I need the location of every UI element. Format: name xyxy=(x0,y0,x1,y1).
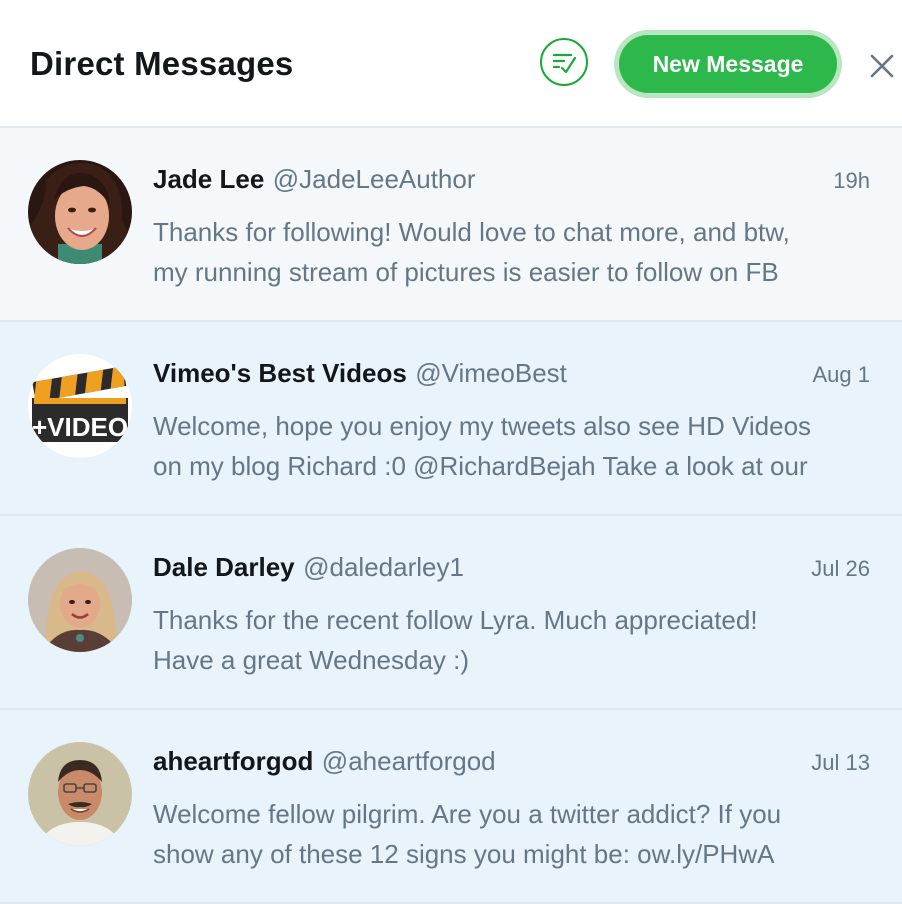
preview-line: show any of these 12 signs you might be:… xyxy=(153,839,775,869)
conversation-header: Vimeo's Best Videos @VimeoBest Aug 1 xyxy=(153,358,870,392)
preview-line: Welcome, hope you enjoy my tweets also s… xyxy=(153,411,812,441)
sender-handle: @daledarley1 xyxy=(303,552,464,582)
sender-name: Vimeo's Best Videos xyxy=(153,358,407,388)
new-message-button[interactable]: New Message xyxy=(619,35,837,93)
message-preview: Thanks for following! Would love to chat… xyxy=(153,212,873,292)
preview-line: Have a great Wednesday :) xyxy=(153,645,470,675)
preview-line: my running stream of pictures is easier … xyxy=(153,257,779,287)
avatar xyxy=(28,742,132,846)
conversation-row-vimeo-best[interactable]: +VIDEO Vimeo's Best Videos @VimeoBest Au… xyxy=(0,322,902,516)
sender-name: aheartforgod xyxy=(153,746,314,776)
checkmark-list-icon xyxy=(552,53,577,74)
dm-header: Direct Messages New Message xyxy=(0,0,902,128)
sender-name: Jade Lee xyxy=(153,164,265,194)
avatar: +VIDEO xyxy=(28,354,132,458)
message-preview: Welcome, hope you enjoy my tweets also s… xyxy=(153,406,873,486)
mark-all-read-button[interactable] xyxy=(540,38,588,86)
sender-handle: @VimeoBest xyxy=(415,358,567,388)
preview-line: Welcome fellow pilgrim. Are you a twitte… xyxy=(153,799,782,829)
conversation-header: aheartforgod @aheartforgod Jul 13 xyxy=(153,746,870,780)
preview-line: Thanks for the recent follow Lyra. Much … xyxy=(153,605,758,635)
timestamp: Jul 26 xyxy=(811,556,870,581)
sender-name: Dale Darley xyxy=(153,552,295,582)
close-button[interactable] xyxy=(866,50,898,82)
avatar-label: +VIDEO xyxy=(32,412,128,442)
message-preview: Thanks for the recent follow Lyra. Much … xyxy=(153,600,873,680)
new-message-focus-ring: New Message xyxy=(614,30,842,98)
avatar xyxy=(28,548,132,652)
preview-line: Thanks for following! Would love to chat… xyxy=(153,217,790,247)
sender-handle: @aheartforgod xyxy=(321,746,496,776)
conversation-row-aheartforgod[interactable]: aheartforgod @aheartforgod Jul 13 Welcom… xyxy=(0,710,902,904)
conversation-list: Jade Lee @JadeLeeAuthor 19h Thanks for f… xyxy=(0,128,902,904)
conversation-row-dale-darley[interactable]: Dale Darley @daledarley1 Jul 26 Thanks f… xyxy=(0,516,902,710)
page-title: Direct Messages xyxy=(30,45,294,82)
conversation-header: Jade Lee @JadeLeeAuthor 19h xyxy=(153,164,870,198)
conversation-header: Dale Darley @daledarley1 Jul 26 xyxy=(153,552,870,586)
conversation-row-jade-lee[interactable]: Jade Lee @JadeLeeAuthor 19h Thanks for f… xyxy=(0,128,902,322)
message-preview: Welcome fellow pilgrim. Are you a twitte… xyxy=(153,794,873,874)
close-icon xyxy=(870,54,894,78)
sender-handle: @JadeLeeAuthor xyxy=(272,164,476,194)
timestamp: 19h xyxy=(833,168,870,193)
timestamp: Jul 13 xyxy=(811,750,870,775)
timestamp: Aug 1 xyxy=(812,362,871,387)
preview-line: on my blog Richard :0 @RichardBejah Take… xyxy=(153,451,808,481)
avatar xyxy=(28,160,132,264)
